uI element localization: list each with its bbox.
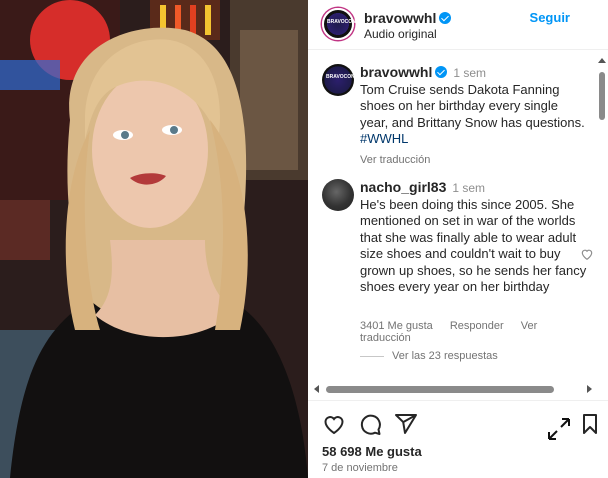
caption: bravowwhl 1 sem Tom Cruise sends Dakota F… [360,64,588,168]
scroll-up-arrow-icon[interactable] [598,58,606,63]
caption-avatar[interactable]: BRAVOCON [322,64,355,96]
comment-icon[interactable] [358,412,382,436]
view-replies-label: Ver las 23 respuestas [392,350,498,362]
horizontal-scroll-thumb[interactable] [326,386,554,393]
post-header: BRAVOCON bravowwhl Audio original Seguir [308,0,608,50]
comment-actions: 3401 Me gusta Responder Ver traducción [360,320,600,344]
footer-divider [308,400,608,401]
likes-count[interactable]: 58 698 Me gusta [322,444,422,459]
commenter-avatar[interactable] [322,179,354,211]
replies-divider [360,355,384,357]
comment-head: nacho_girl83 1 sem [360,179,588,197]
header-username-row: bravowwhl [364,10,452,28]
header-username[interactable]: bravowwhl [364,10,436,26]
verified-icon [439,12,452,24]
hashtag-link[interactable]: #WWHL [360,131,588,148]
account-avatar[interactable]: BRAVOCON [322,8,356,40]
scroll-right-arrow-icon[interactable] [587,385,592,393]
vertical-scroll-thumb[interactable] [599,72,605,120]
comments-list[interactable]: BRAVOCON bravowwhl 1 sem Tom Cruise sends… [308,52,600,382]
audio-label[interactable]: Audio original [364,27,437,41]
comment-username[interactable]: nacho_girl83 [360,179,446,195]
verified-icon [435,66,448,78]
caption-time[interactable]: 1 sem [453,66,486,80]
caption-username[interactable]: bravowwhl [360,64,432,80]
vertical-scrollbar[interactable] [598,52,606,382]
caption-avatar-logo: BRAVOCON [326,74,355,80]
caption-head: bravowwhl 1 sem [360,64,588,82]
video-frame[interactable] [0,0,308,478]
view-replies-button[interactable]: Ver las 23 respuestas [360,350,498,362]
caption-translate-link[interactable]: Ver traducción [360,152,588,169]
heart-icon[interactable] [322,412,346,436]
comment: nacho_girl83 1 sem He's been doing this s… [360,179,588,296]
caption-text: Tom Cruise sends Dakota Fanning shoes on… [360,81,585,130]
bookmark-icon[interactable] [578,412,602,436]
comment-likes-count[interactable]: 3401 Me gusta [360,320,433,332]
post-date[interactable]: 7 de noviembre [322,462,398,474]
comment-time[interactable]: 1 sem [452,181,485,195]
comment-like-heart-icon[interactable] [580,247,594,261]
scroll-left-arrow-icon[interactable] [314,385,319,393]
avatar-logo-text: BRAVOCON [327,19,356,25]
post-panel: BRAVOCON bravowwhl Audio original Seguir… [308,0,608,478]
share-icon[interactable] [394,412,418,436]
comment-text: He's been doing this since 2005. She men… [360,196,587,295]
horizontal-scrollbar[interactable] [312,382,600,396]
expand-icon[interactable] [546,416,572,442]
follow-button[interactable]: Seguir [530,10,570,25]
video-still [0,0,308,478]
reply-button[interactable]: Responder [450,320,504,332]
